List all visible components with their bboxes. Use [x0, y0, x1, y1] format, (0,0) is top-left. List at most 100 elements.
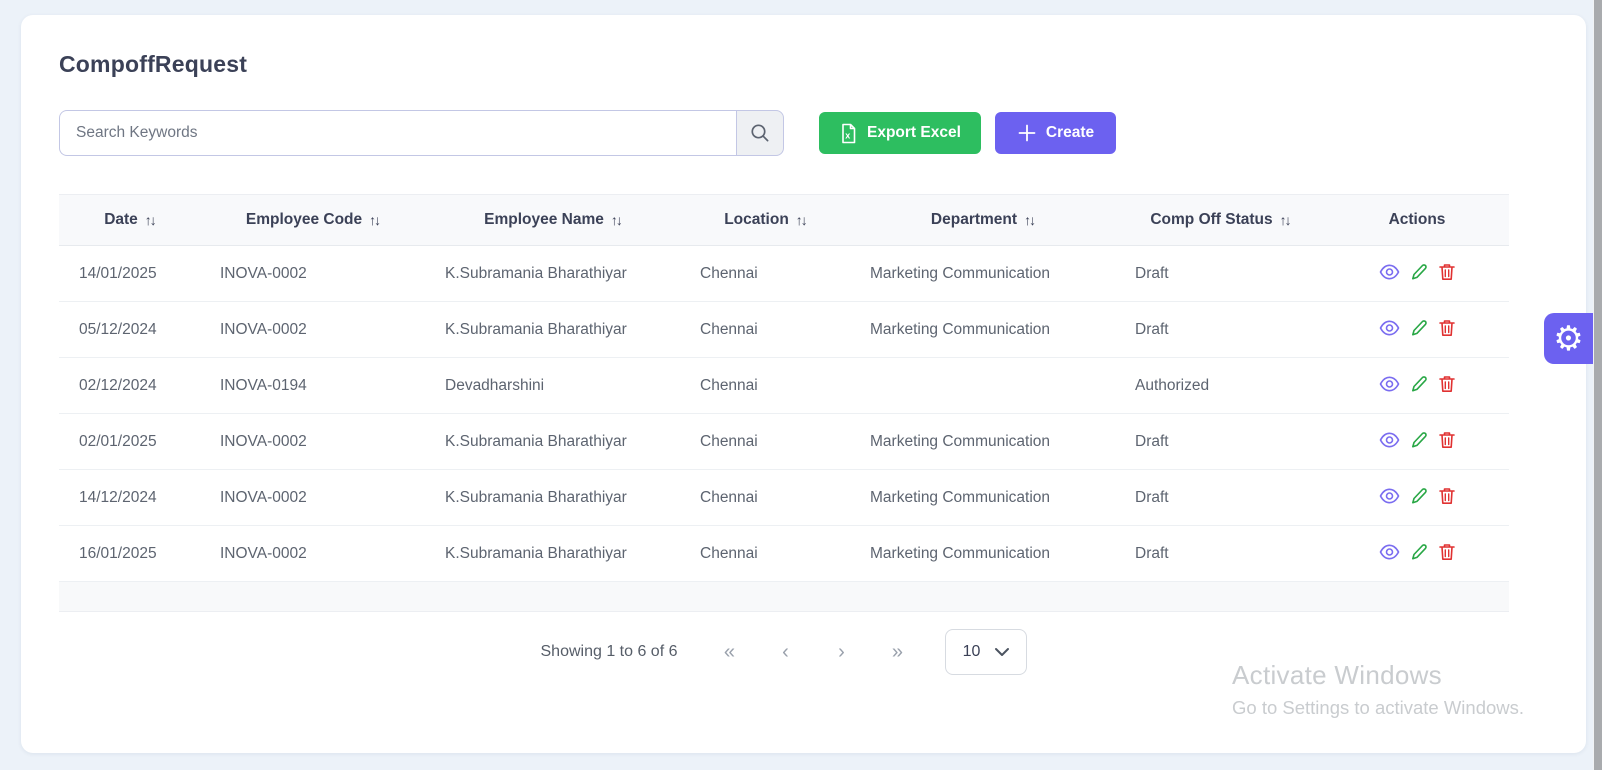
column-label: Comp Off Status [1150, 211, 1272, 229]
cell-employee-code: INOVA-0002 [200, 526, 425, 582]
sort-icon[interactable]: ↑↓ [796, 212, 806, 228]
cell-location: Chennai [680, 526, 850, 582]
row-actions [1379, 543, 1455, 561]
delete-button[interactable] [1439, 543, 1455, 561]
sort-icon[interactable]: ↑↓ [611, 212, 621, 228]
view-button[interactable] [1379, 376, 1400, 392]
column-header-comp-off-status[interactable]: Comp Off Status ↑↓ [1115, 195, 1325, 246]
edit-button[interactable] [1411, 263, 1428, 281]
cell-employee-code: INOVA-0002 [200, 470, 425, 526]
cell-department: Marketing Communication [850, 246, 1115, 302]
plus-icon [1017, 123, 1037, 143]
table-row: 02/01/2025INOVA-0002K.Subramania Bharath… [59, 414, 1509, 470]
cell-date: 02/01/2025 [59, 414, 200, 470]
cell-actions [1325, 470, 1509, 526]
table-row: 02/12/2024INOVA-0194DevadharshiniChennai… [59, 358, 1509, 414]
view-button[interactable] [1379, 264, 1400, 280]
table-row: 05/12/2024INOVA-0002K.Subramania Bharath… [59, 302, 1509, 358]
cell-department: Marketing Communication [850, 414, 1115, 470]
compoff-request-table: Date↑↓Employee Code↑↓Employee Name↑↓Loca… [59, 194, 1509, 582]
cell-employee-name: K.Subramania Bharathiyar [425, 302, 680, 358]
cell-employee-name: K.Subramania Bharathiyar [425, 470, 680, 526]
sort-icon[interactable]: ↑↓ [1280, 212, 1290, 228]
scrollbar-thumb[interactable] [1594, 0, 1602, 770]
column-header-location[interactable]: Location ↑↓ [680, 195, 850, 246]
cell-actions [1325, 526, 1509, 582]
edit-button[interactable] [1411, 431, 1428, 449]
page-size-select[interactable]: 10 [945, 629, 1027, 675]
cell-location: Chennai [680, 358, 850, 414]
cell-date: 02/12/2024 [59, 358, 200, 414]
export-excel-label: Export Excel [867, 124, 961, 142]
cell-department: Marketing Communication [850, 302, 1115, 358]
row-actions [1379, 431, 1455, 449]
delete-button[interactable] [1439, 263, 1455, 281]
cell-status: Draft [1115, 470, 1325, 526]
trash-icon [1439, 375, 1455, 393]
search-group [59, 110, 784, 156]
eye-icon [1379, 376, 1400, 392]
first-page-button[interactable]: « [701, 641, 757, 664]
cell-actions [1325, 246, 1509, 302]
cell-status: Draft [1115, 414, 1325, 470]
view-button[interactable] [1379, 544, 1400, 560]
column-header-actions: Actions [1325, 195, 1509, 246]
pencil-icon [1411, 375, 1428, 393]
edit-button[interactable] [1411, 487, 1428, 505]
edit-button[interactable] [1411, 543, 1428, 561]
cell-actions [1325, 414, 1509, 470]
cell-date: 14/01/2025 [59, 246, 200, 302]
row-actions [1379, 487, 1455, 505]
last-page-button[interactable]: » [869, 641, 925, 664]
column-header-employee-name[interactable]: Employee Name↑↓ [425, 195, 680, 246]
sort-icon[interactable]: ↑↓ [145, 212, 155, 228]
trash-icon [1439, 543, 1455, 561]
cell-location: Chennai [680, 246, 850, 302]
sort-icon[interactable]: ↑↓ [369, 212, 379, 228]
delete-button[interactable] [1439, 487, 1455, 505]
pencil-icon [1411, 487, 1428, 505]
delete-button[interactable] [1439, 431, 1455, 449]
create-button[interactable]: Create [995, 112, 1116, 154]
export-excel-button[interactable]: x Export Excel [819, 112, 981, 154]
cell-employee-name: K.Subramania Bharathiyar [425, 246, 680, 302]
pencil-icon [1411, 263, 1428, 281]
eye-icon [1379, 544, 1400, 560]
column-header-employee-code[interactable]: Employee Code↑↓ [200, 195, 425, 246]
page-size-value: 10 [963, 643, 981, 661]
magnifier-icon [749, 122, 771, 144]
view-button[interactable] [1379, 320, 1400, 336]
next-page-button[interactable]: › [813, 641, 869, 664]
row-actions [1379, 263, 1455, 281]
edit-button[interactable] [1411, 375, 1428, 393]
vertical-scrollbar[interactable] [1593, 0, 1602, 770]
cell-employee-name: K.Subramania Bharathiyar [425, 414, 680, 470]
excel-file-icon: x [839, 123, 858, 144]
pencil-icon [1411, 319, 1428, 337]
cell-date: 16/01/2025 [59, 526, 200, 582]
cell-employee-name: K.Subramania Bharathiyar [425, 526, 680, 582]
pagination-summary: Showing 1 to 6 of 6 [541, 643, 678, 661]
view-button[interactable] [1379, 488, 1400, 504]
cell-department [850, 358, 1115, 414]
eye-icon [1379, 432, 1400, 448]
column-label: Location [724, 211, 789, 229]
column-header-department[interactable]: Department ↑↓ [850, 195, 1115, 246]
delete-button[interactable] [1439, 319, 1455, 337]
previous-page-button[interactable]: ‹ [757, 641, 813, 664]
column-label: Department [931, 211, 1017, 229]
search-input[interactable] [59, 110, 736, 156]
row-actions [1379, 375, 1455, 393]
view-button[interactable] [1379, 432, 1400, 448]
sort-icon[interactable]: ↑↓ [1024, 212, 1034, 228]
eye-icon [1379, 320, 1400, 336]
pencil-icon [1411, 543, 1428, 561]
delete-button[interactable] [1439, 375, 1455, 393]
search-button[interactable] [736, 110, 784, 156]
settings-fab-button[interactable]: ⚙ [1544, 313, 1593, 364]
edit-button[interactable] [1411, 319, 1428, 337]
table-row: 14/01/2025INOVA-0002K.Subramania Bharath… [59, 246, 1509, 302]
column-header-date[interactable]: Date↑↓ [59, 195, 200, 246]
row-actions [1379, 319, 1455, 337]
chevron-down-icon [994, 647, 1010, 657]
